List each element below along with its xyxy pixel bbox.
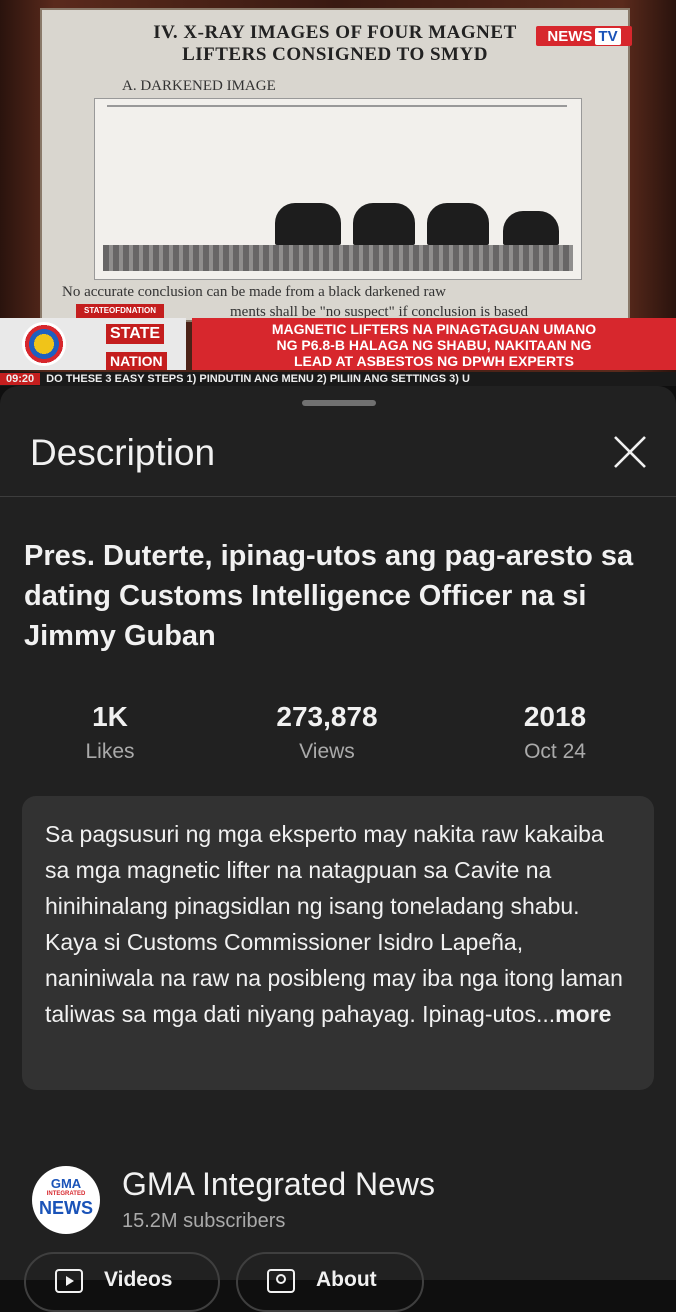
stat-likes: 1K Likes bbox=[10, 698, 210, 768]
stats-row: 1K Likes 273,878 Views 2018 Oct 24 bbox=[0, 698, 676, 778]
xray-ground bbox=[103, 245, 573, 271]
contact-card-icon bbox=[267, 1269, 295, 1293]
drag-handle[interactable] bbox=[302, 400, 376, 406]
description-text: Sa pagsusuri ng mga eksperto may nakita … bbox=[45, 816, 632, 1032]
close-button[interactable] bbox=[606, 428, 654, 476]
close-icon bbox=[614, 436, 646, 468]
show-name-line2: NATION bbox=[106, 352, 167, 370]
presentation-slide: IV. X-RAY IMAGES OF FOUR MAGNET LIFTERS … bbox=[40, 8, 630, 322]
stat-date: 2018 Oct 24 bbox=[455, 698, 655, 768]
channel-row: GMA INTEGRATED NEWS GMA Integrated News … bbox=[0, 1158, 676, 1238]
headline-line3: LEAD AT ASBESTOS NG DPWH EXPERTS bbox=[293, 353, 575, 369]
show-name-line1: STATE bbox=[106, 324, 165, 344]
stat-value: 1K bbox=[92, 701, 128, 732]
stat-label: Views bbox=[299, 740, 355, 763]
news-tv-logo-news: NEWS bbox=[547, 27, 593, 45]
avatar-text-gma: GMA bbox=[50, 1176, 82, 1191]
sheet-title: Description bbox=[30, 432, 216, 473]
channel-name[interactable]: GMA Integrated News bbox=[122, 1166, 435, 1203]
subscriber-count: 15.2M subscribers bbox=[122, 1210, 286, 1232]
description-sheet: Description Pres. Duterte, ipinag-utos a… bbox=[0, 386, 676, 1312]
video-player[interactable]: IV. X-RAY IMAGES OF FOUR MAGNET LIFTERS … bbox=[0, 0, 676, 386]
show-emblem-icon bbox=[22, 322, 66, 366]
description-body: Sa pagsusuri ng mga eksperto may nakita … bbox=[45, 821, 623, 1027]
ticker-time: 09:20 bbox=[0, 373, 41, 385]
slide-footer-line1: No accurate conclusion can be made from … bbox=[62, 284, 446, 300]
news-ticker: 09:20 DO THESE 3 EASY STEPS 1) PINDUTIN A… bbox=[0, 372, 676, 386]
avatar-text-integrated: INTEGRATED bbox=[46, 1191, 86, 1197]
stat-label: Likes bbox=[85, 740, 135, 763]
news-headline: MAGNETIC LIFTERS NA PINAGTAGUAN UMANO NG… bbox=[192, 318, 676, 370]
slide-subtitle: A. DARKENED IMAGE bbox=[122, 78, 276, 94]
video-icon bbox=[55, 1269, 83, 1293]
ticker-text: DO THESE 3 EASY STEPS 1) PINDUTIN ANG ME… bbox=[46, 373, 470, 385]
xray-lifter bbox=[503, 211, 559, 245]
lower-third: STATE NATION STATEOFDNATION MAGNETIC LIF… bbox=[0, 304, 676, 372]
slide-title-line2: LIFTERS CONSIGNED TO SMYD bbox=[182, 44, 488, 65]
news-tv-logo: NEWS TV bbox=[536, 26, 632, 46]
stat-label: Oct 24 bbox=[524, 740, 586, 763]
stat-value: 2018 bbox=[523, 701, 587, 732]
stat-views: 273,878 Views bbox=[227, 698, 427, 768]
description-box[interactable]: Sa pagsusuri ng mga eksperto may nakita … bbox=[22, 796, 654, 1090]
videos-button-label: Videos bbox=[104, 1268, 173, 1291]
channel-avatar[interactable]: GMA INTEGRATED NEWS bbox=[32, 1166, 100, 1234]
xray-lifter bbox=[275, 203, 341, 245]
social-tag: STATEOFDNATION bbox=[76, 304, 164, 318]
video-title: Pres. Duterte, ipinag-utos ang pag-arest… bbox=[24, 540, 634, 652]
xray-image bbox=[94, 98, 582, 280]
headline-line1: MAGNETIC LIFTERS NA PINAGTAGUAN UMANO bbox=[271, 321, 597, 337]
headline-line2: NG P6.8-B HALAGA NG SHABU, NAKITAAN NG bbox=[276, 337, 592, 353]
xray-rail bbox=[107, 105, 567, 107]
avatar-text-news: NEWS bbox=[39, 1198, 93, 1218]
xray-lifter bbox=[353, 203, 415, 245]
stat-value: 273,878 bbox=[276, 701, 378, 732]
about-button-label: About bbox=[316, 1268, 377, 1291]
videos-button[interactable]: Videos bbox=[24, 1252, 220, 1312]
divider bbox=[0, 496, 676, 497]
show-logo: STATE NATION bbox=[0, 318, 186, 370]
more-link[interactable]: more bbox=[555, 1001, 611, 1027]
about-button[interactable]: About bbox=[236, 1252, 424, 1312]
xray-lifter bbox=[427, 203, 489, 245]
news-tv-logo-tv: TV bbox=[595, 27, 621, 45]
